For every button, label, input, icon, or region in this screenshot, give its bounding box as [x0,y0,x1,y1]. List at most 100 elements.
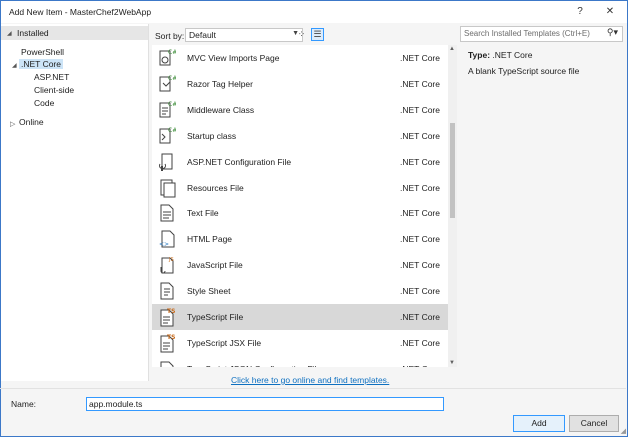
mvc-view-icon: C# [158,48,177,68]
tree-item-online[interactable]: Online [19,117,44,127]
template-category: .NET Core [400,260,440,271]
svg-text:<>: <> [159,241,169,248]
html-page-icon: <> [158,229,176,249]
type-label: Type: [468,50,491,60]
help-button[interactable]: ? [571,5,589,19]
add-button[interactable]: Add [513,415,565,432]
template-name: TypeScript File [187,312,244,322]
template-category: .NET Core [400,337,440,348]
json-config-icon [158,359,176,367]
svg-text:JS: JS [168,257,174,263]
tree-item-net-core[interactable]: .NET Core [19,59,63,69]
sort-value: Default [189,30,216,40]
template-row[interactable]: TS TypeScript JSX File .NET Core [152,330,448,356]
template-row[interactable]: JS JavaScript File .NET Core [152,252,448,278]
template-name: TypeScript JSX File [187,337,262,348]
list-view-icon[interactable]: ☰ [311,28,324,41]
search-placeholder: Search Installed Templates (Ctrl+E) [464,29,590,38]
svg-text:C#: C# [168,127,176,134]
typescript-file-icon: TS [158,307,176,327]
window-title: Add New Item - MasterChef2WebApp [9,7,152,17]
template-category: .NET Core [400,53,440,63]
template-description: A blank TypeScript source file [468,66,580,76]
razor-helper-icon: C# [158,74,177,94]
template-row[interactable]: C# Razor Tag Helper .NET Core [152,71,448,97]
svg-text:TS: TS [167,334,175,341]
template-row[interactable]: Style Sheet .NET Core [152,278,448,304]
template-row[interactable]: C# Middleware Class .NET Core [152,97,448,123]
grid-view-icon[interactable]: ⁘ [295,28,308,41]
text-file-icon [158,203,176,223]
search-box[interactable]: Search Installed Templates (Ctrl+E) ⚲▾ [460,26,623,42]
divider [0,388,626,389]
template-name: Text File [187,208,219,219]
startup-class-icon: C# [158,126,177,146]
template-list: C# MVC View Imports Page .NET Core C# Razor … [152,45,457,367]
template-category: .NET Core [400,182,440,193]
template-row[interactable]: C# Startup class .NET Core [152,123,448,149]
template-row[interactable]: TypeScript JSON Configuration File .NET C… [152,356,448,367]
typescript-jsx-icon: TS [158,333,176,353]
type-value: .NET Core [492,50,533,60]
template-name: MVC View Imports Page [187,53,280,63]
scrollbar-thumb[interactable] [450,123,455,218]
collapse-triangle-icon[interactable]: ◢ [7,30,12,37]
resize-grip-icon[interactable]: ◢ [621,427,626,435]
tree-item-aspnet[interactable]: ASP.NET [34,72,69,82]
sort-dropdown[interactable]: Default ▼ [185,28,303,42]
category-tree: ◢ Installed PowerShell ◢ .NET Core ASP.N… [1,24,149,381]
name-input-value: app.module.ts [89,399,143,409]
details-pane: Search Installed Templates (Ctrl+E) ⚲▾ T… [458,23,626,380]
template-row[interactable]: C# MVC View Imports Page .NET Core [152,45,448,71]
svg-text:C#: C# [168,75,176,82]
scroll-up-icon[interactable]: ▲ [449,46,455,52]
template-category: .NET Core [400,130,440,141]
close-button[interactable]: ✕ [601,5,619,19]
cancel-button[interactable]: Cancel [569,415,619,432]
installed-node[interactable]: ◢ Installed [1,26,148,40]
expand-triangle-icon[interactable]: ▷ [10,120,15,128]
template-category: .NET Core [400,286,440,297]
template-name: Startup class [187,130,237,141]
template-category: .NET Core [400,208,440,219]
template-row[interactable]: TS TypeScript File .NET Core [152,304,448,330]
stylesheet-icon [158,281,176,301]
type-line: Type: .NET Core [468,50,532,60]
online-templates-link[interactable]: Click here to go online and find templat… [231,375,389,385]
template-name: Style Sheet [187,286,231,297]
template-name: Razor Tag Helper [187,78,253,89]
name-input[interactable]: app.module.ts [86,397,444,411]
template-name: HTML Page [187,234,233,245]
template-category: .NET Core [400,234,440,245]
name-label: Name: [11,399,37,409]
list-toolbar: Sort by: Default ▼ ⁘ ☰ [149,24,457,46]
middleware-class-icon: C# [158,100,177,120]
expanded-triangle-icon[interactable]: ◢ [12,62,17,69]
svg-text:C#: C# [168,49,176,56]
template-category: .NET Core [400,156,440,167]
template-row[interactable]: <> HTML Page .NET Core [152,226,448,252]
resources-file-icon [158,178,176,198]
template-category: .NET Core [400,364,440,367]
vertical-scrollbar[interactable]: ▲ ▼ [448,45,457,367]
tree-item-code[interactable]: Code [34,98,54,108]
sort-label: Sort by: [155,31,185,41]
template-category: .NET Core [400,312,440,322]
search-icon[interactable]: ⚲▾ [607,27,618,38]
svg-text:TS: TS [167,308,175,315]
tree-item-powershell[interactable]: PowerShell [21,47,64,57]
installed-label: Installed [17,28,49,38]
config-file-icon [158,152,176,172]
template-row[interactable]: ASP.NET Configuration File .NET Core [152,149,448,175]
template-row[interactable]: Resources File .NET Core [152,175,448,201]
tree-item-client-side[interactable]: Client-side [34,85,74,95]
template-row[interactable]: Text File .NET Core [152,200,448,226]
template-category: .NET Core [400,104,440,115]
template-name: ASP.NET Configuration File [187,156,292,167]
scroll-down-icon[interactable]: ▼ [449,360,455,366]
svg-text:C#: C# [168,101,176,108]
title-bar: Add New Item - MasterChef2WebApp ? ✕ [1,1,627,23]
template-name: JavaScript File [187,260,243,271]
template-name: Resources File [187,182,244,193]
template-name: Middleware Class [187,104,255,115]
